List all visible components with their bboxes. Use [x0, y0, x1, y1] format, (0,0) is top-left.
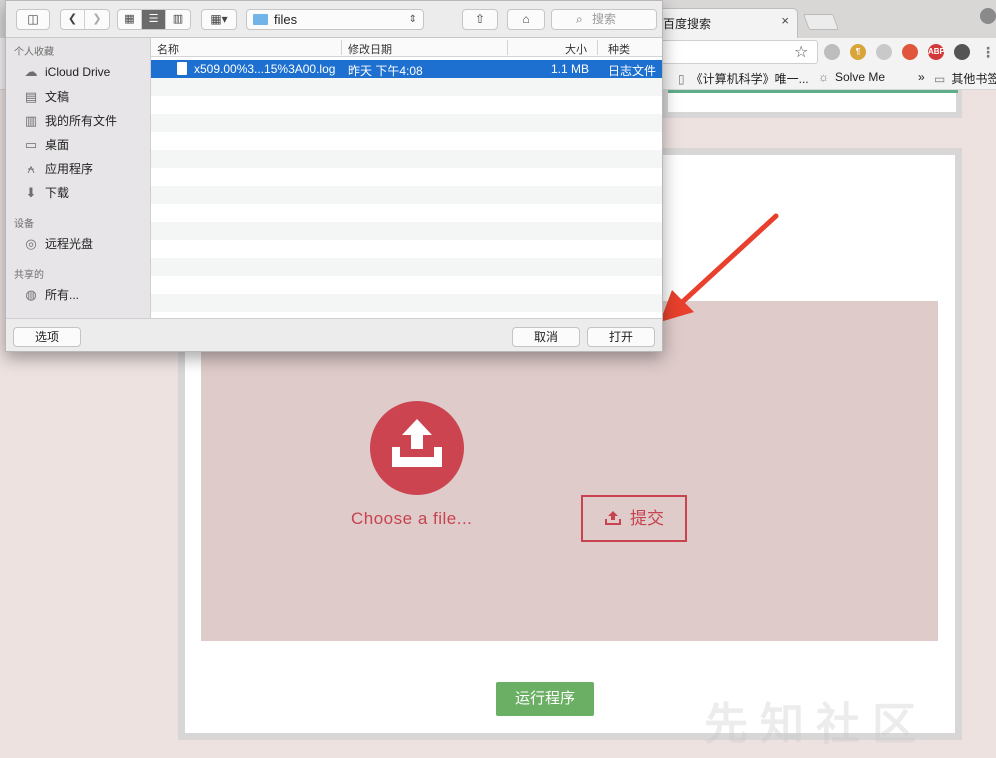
sidebar-item-icloud[interactable]: ☁ iCloud Drive: [22, 64, 111, 80]
file-list: 名称 修改日期 大小 种类 x509.00%3...15%3A00.log 昨天…: [151, 38, 662, 318]
grid-dropdown-icon: ▦▾: [210, 12, 228, 26]
empty-row: [151, 150, 662, 168]
updown-chevron-icon: ⇕: [408, 14, 417, 25]
folder-icon: [253, 14, 268, 25]
icon-view-icon[interactable]: ▦: [118, 10, 142, 29]
document-icon: [177, 62, 187, 75]
sidebar-section-shared: 共享的: [14, 270, 44, 281]
forward-icon[interactable]: ❯: [85, 10, 109, 29]
empty-row: [151, 276, 662, 294]
sidebar-item-all-shared[interactable]: ◍ 所有...: [22, 286, 79, 303]
tag-icon: ⌂: [522, 12, 530, 26]
empty-row: [151, 294, 662, 312]
downloads-icon: ⬇: [25, 185, 37, 200]
options-button[interactable]: 选项: [13, 327, 81, 347]
file-name: x509.00%3...15%3A00.log: [194, 62, 336, 76]
file-open-dialog: ◫ ❮ ❯ ▦ ☰ ▥ ▦▾ files ⇕ ⇧ ⌂ ⌕ 搜索 个人收藏 ☁ iCl…: [5, 0, 663, 352]
search-input[interactable]: ⌕ 搜索: [551, 9, 657, 30]
column-modified[interactable]: 修改日期: [348, 41, 392, 57]
back-icon[interactable]: ❮: [61, 10, 85, 29]
cloud-icon: ☁: [24, 64, 38, 79]
all-files-icon: ▥: [24, 113, 38, 128]
column-view-icon[interactable]: ▥: [166, 10, 190, 29]
search-icon: ⌕: [576, 12, 583, 26]
empty-row: [151, 114, 662, 132]
open-button[interactable]: 打开: [587, 327, 655, 347]
dialog-toolbar: ◫ ❮ ❯ ▦ ☰ ▥ ▦▾ files ⇕ ⇧ ⌂ ⌕ 搜索: [6, 1, 662, 38]
sidebar-item-downloads[interactable]: ⬇ 下载: [22, 184, 69, 201]
file-kind: 日志文件: [608, 64, 657, 78]
file-row[interactable]: x509.00%3...15%3A00.log 昨天 下午4:08 1.1 MB…: [151, 60, 662, 78]
dialog-sidebar: 个人收藏 ☁ iCloud Drive ▤ 文稿 ▥ 我的所有文件 ▭ 桌面 ⍲ 应用程序…: [6, 38, 151, 318]
empty-row: [151, 204, 662, 222]
column-size[interactable]: 大小: [565, 41, 587, 57]
path-popup[interactable]: files ⇕: [246, 9, 424, 30]
share-icon: ⇧: [474, 12, 486, 26]
empty-row: [151, 96, 662, 114]
back-forward-control: ❮ ❯: [60, 9, 110, 30]
sidebar-item-applications[interactable]: ⍲ 应用程序: [22, 160, 93, 177]
sidebar-toggle-button[interactable]: ◫: [16, 9, 50, 30]
column-kind[interactable]: 种类: [608, 41, 630, 57]
sidebar-item-desktop[interactable]: ▭ 桌面: [22, 136, 69, 153]
share-button[interactable]: ⇧: [462, 9, 498, 30]
view-mode-control: ▦ ☰ ▥: [117, 9, 191, 30]
sidebar-item-all-files[interactable]: ▥ 我的所有文件: [22, 112, 117, 129]
desktop-icon: ▭: [24, 137, 38, 152]
file-list-header: 名称 修改日期 大小 种类: [151, 38, 662, 57]
sidebar-item-remote-disc[interactable]: ◎ 远程光盘: [22, 235, 93, 252]
sidebar-item-documents[interactable]: ▤ 文稿: [22, 88, 69, 105]
network-icon: ◍: [25, 287, 37, 302]
disc-icon: ◎: [25, 236, 37, 251]
dialog-footer: 选项 取消 打开: [6, 318, 662, 351]
sidebar-toggle-icon: ◫: [27, 12, 39, 26]
sidebar-section-devices: 设备: [14, 219, 34, 230]
column-name[interactable]: 名称: [157, 41, 179, 57]
empty-row: [151, 240, 662, 258]
list-view-icon[interactable]: ☰: [142, 10, 166, 29]
empty-row: [151, 258, 662, 276]
sidebar-section-favorites: 个人收藏: [14, 47, 54, 58]
empty-row: [151, 78, 662, 96]
group-by-button[interactable]: ▦▾: [201, 9, 237, 30]
documents-icon: ▤: [24, 89, 38, 104]
search-placeholder: 搜索: [592, 12, 617, 26]
cancel-button[interactable]: 取消: [512, 327, 580, 347]
empty-row: [151, 168, 662, 186]
empty-row: [151, 186, 662, 204]
path-folder-name: files: [274, 12, 298, 27]
empty-row: [151, 222, 662, 240]
empty-row: [151, 132, 662, 150]
tag-button[interactable]: ⌂: [507, 9, 545, 30]
file-modified: 昨天 下午4:08: [348, 64, 423, 78]
file-size: 1.1 MB: [551, 62, 590, 76]
applications-icon: ⍲: [27, 161, 35, 176]
